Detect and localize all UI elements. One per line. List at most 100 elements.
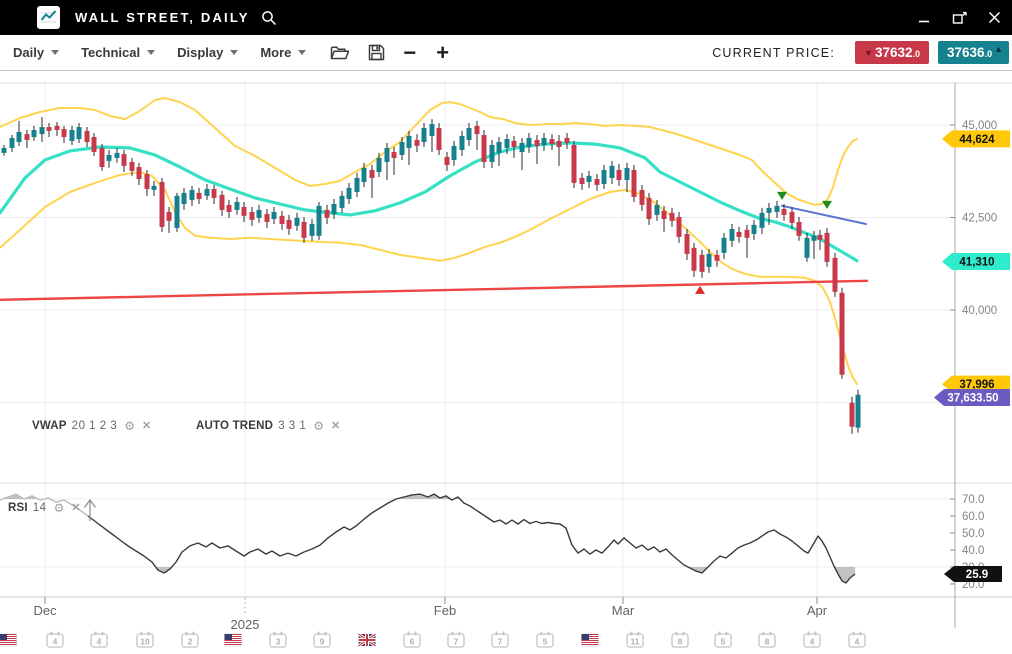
candle-body [677, 217, 682, 237]
price-chart-canvas[interactable]: 45,00042,50040,00044,62441,31037,99637,6… [0, 0, 1012, 654]
close-icon[interactable]: ✕ [331, 421, 340, 431]
autotrend-indicator-label: AUTO TREND 3 3 1 ⚙ ✕ [196, 420, 340, 432]
calendar-event-icon[interactable]: 7 [448, 632, 464, 648]
calendar-event-icon[interactable]: 11 [627, 632, 643, 648]
technical-menu[interactable]: Technical [81, 45, 155, 60]
candle-down [212, 185, 217, 204]
candle-body [130, 162, 135, 171]
candle-up [452, 141, 457, 166]
month-label: Dec [33, 603, 57, 618]
candle-down [92, 133, 97, 156]
candle-body [512, 141, 517, 147]
candle-down [265, 209, 270, 228]
calendar-event-icon[interactable]: 4 [804, 632, 820, 648]
save-button[interactable] [368, 44, 385, 61]
calendar-event-icon[interactable]: 4 [47, 632, 63, 648]
more-menu[interactable]: More [260, 45, 306, 60]
minimize-button[interactable] [916, 10, 932, 26]
calendar-event-icon[interactable]: 3 [270, 632, 286, 648]
candle-body [190, 190, 195, 200]
candle-body [730, 229, 735, 241]
calendar-ring [281, 632, 283, 636]
gear-icon[interactable]: ⚙ [54, 503, 65, 513]
badge-value: 25.9 [966, 569, 988, 581]
zoom-out-button[interactable]: − [401, 43, 418, 63]
month-label: Mar [612, 603, 635, 618]
candle-body [520, 143, 525, 152]
us-flag-icon[interactable] [225, 634, 242, 646]
zoom-in-button[interactable]: + [434, 43, 451, 63]
candle-body [527, 138, 532, 147]
flag-stripe [225, 644, 242, 645]
chevron-down-icon [298, 50, 306, 55]
candle-up [625, 163, 630, 192]
calendar-event-icon[interactable]: 7 [492, 632, 508, 648]
calendar-event-icon[interactable]: 5 [715, 632, 731, 648]
candle-body [415, 140, 420, 146]
uk-flag-icon[interactable] [359, 634, 376, 646]
close-window-icon[interactable] [986, 10, 1002, 26]
candle-up [272, 207, 277, 224]
candle-up [775, 201, 780, 218]
candle-body [235, 202, 240, 210]
display-menu[interactable]: Display [177, 45, 238, 60]
timeframe-menu[interactable]: Daily [13, 45, 59, 60]
candle-up [460, 131, 465, 156]
bid-price-value: 37632 [875, 45, 913, 60]
gear-icon[interactable]: ⚙ [313, 421, 324, 431]
calendar-ring [631, 632, 633, 636]
candle-body [317, 206, 322, 236]
calendar-event-icon[interactable]: 6 [404, 632, 420, 648]
calendar-event-icon[interactable]: 4 [849, 632, 865, 648]
candle-up [730, 224, 735, 247]
close-icon[interactable]: ✕ [142, 421, 151, 431]
candle-up [115, 148, 120, 163]
candle-body [825, 233, 830, 262]
candle-up [152, 181, 157, 196]
popout-window-button[interactable] [951, 10, 967, 26]
candle-body [62, 129, 67, 137]
titlebar: WALL STREET, DAILY [0, 0, 1012, 35]
sell-signal-triangle-icon [777, 192, 787, 200]
gear-icon[interactable]: ⚙ [124, 421, 135, 431]
candle-body [497, 142, 502, 153]
calendar-day-number: 8 [765, 637, 770, 647]
calendar-event-icon[interactable]: 8 [759, 632, 775, 648]
calendar-event-icon[interactable]: 5 [537, 632, 553, 648]
calendar-day-number: 5 [721, 637, 726, 647]
calendar-event-icon[interactable]: 4 [91, 632, 107, 648]
candle-body [295, 218, 300, 226]
calendar-ring [719, 632, 721, 636]
candle-body [265, 214, 270, 222]
calendar-ring [452, 632, 454, 636]
candle-body [722, 238, 727, 253]
candle-down [685, 229, 690, 260]
candle-body [482, 135, 487, 162]
calendar-ring [770, 632, 772, 636]
candle-body [745, 230, 750, 238]
flag-stripe [225, 642, 242, 643]
calendar-day-number: 6 [410, 637, 415, 647]
month-label: Feb [434, 603, 456, 618]
us-flag-icon[interactable] [0, 634, 17, 646]
price-axis-badge: 37,633.50 [934, 389, 1010, 406]
open-folder-button[interactable] [330, 45, 350, 61]
calendar-event-icon[interactable]: 2 [182, 632, 198, 648]
calendar-event-icon[interactable]: 10 [137, 632, 153, 648]
candle-body [692, 248, 697, 271]
calendar-event-icon[interactable]: 8 [672, 632, 688, 648]
candle-down [535, 135, 540, 164]
candle-body [662, 211, 667, 219]
candle-body [107, 155, 112, 161]
candle-down [557, 135, 562, 166]
close-icon[interactable]: ✕ [71, 503, 80, 513]
calendar-day-number: 11 [631, 637, 640, 647]
us-flag-icon[interactable] [582, 634, 599, 646]
search-icon[interactable] [261, 10, 277, 26]
candle-body [805, 238, 810, 258]
buy-signal-triangle-icon [695, 286, 705, 294]
candle-up [355, 173, 360, 197]
candle-body [580, 178, 585, 184]
current-price-label: CURRENT PRICE: [712, 46, 835, 60]
calendar-event-icon[interactable]: 9 [314, 632, 330, 648]
